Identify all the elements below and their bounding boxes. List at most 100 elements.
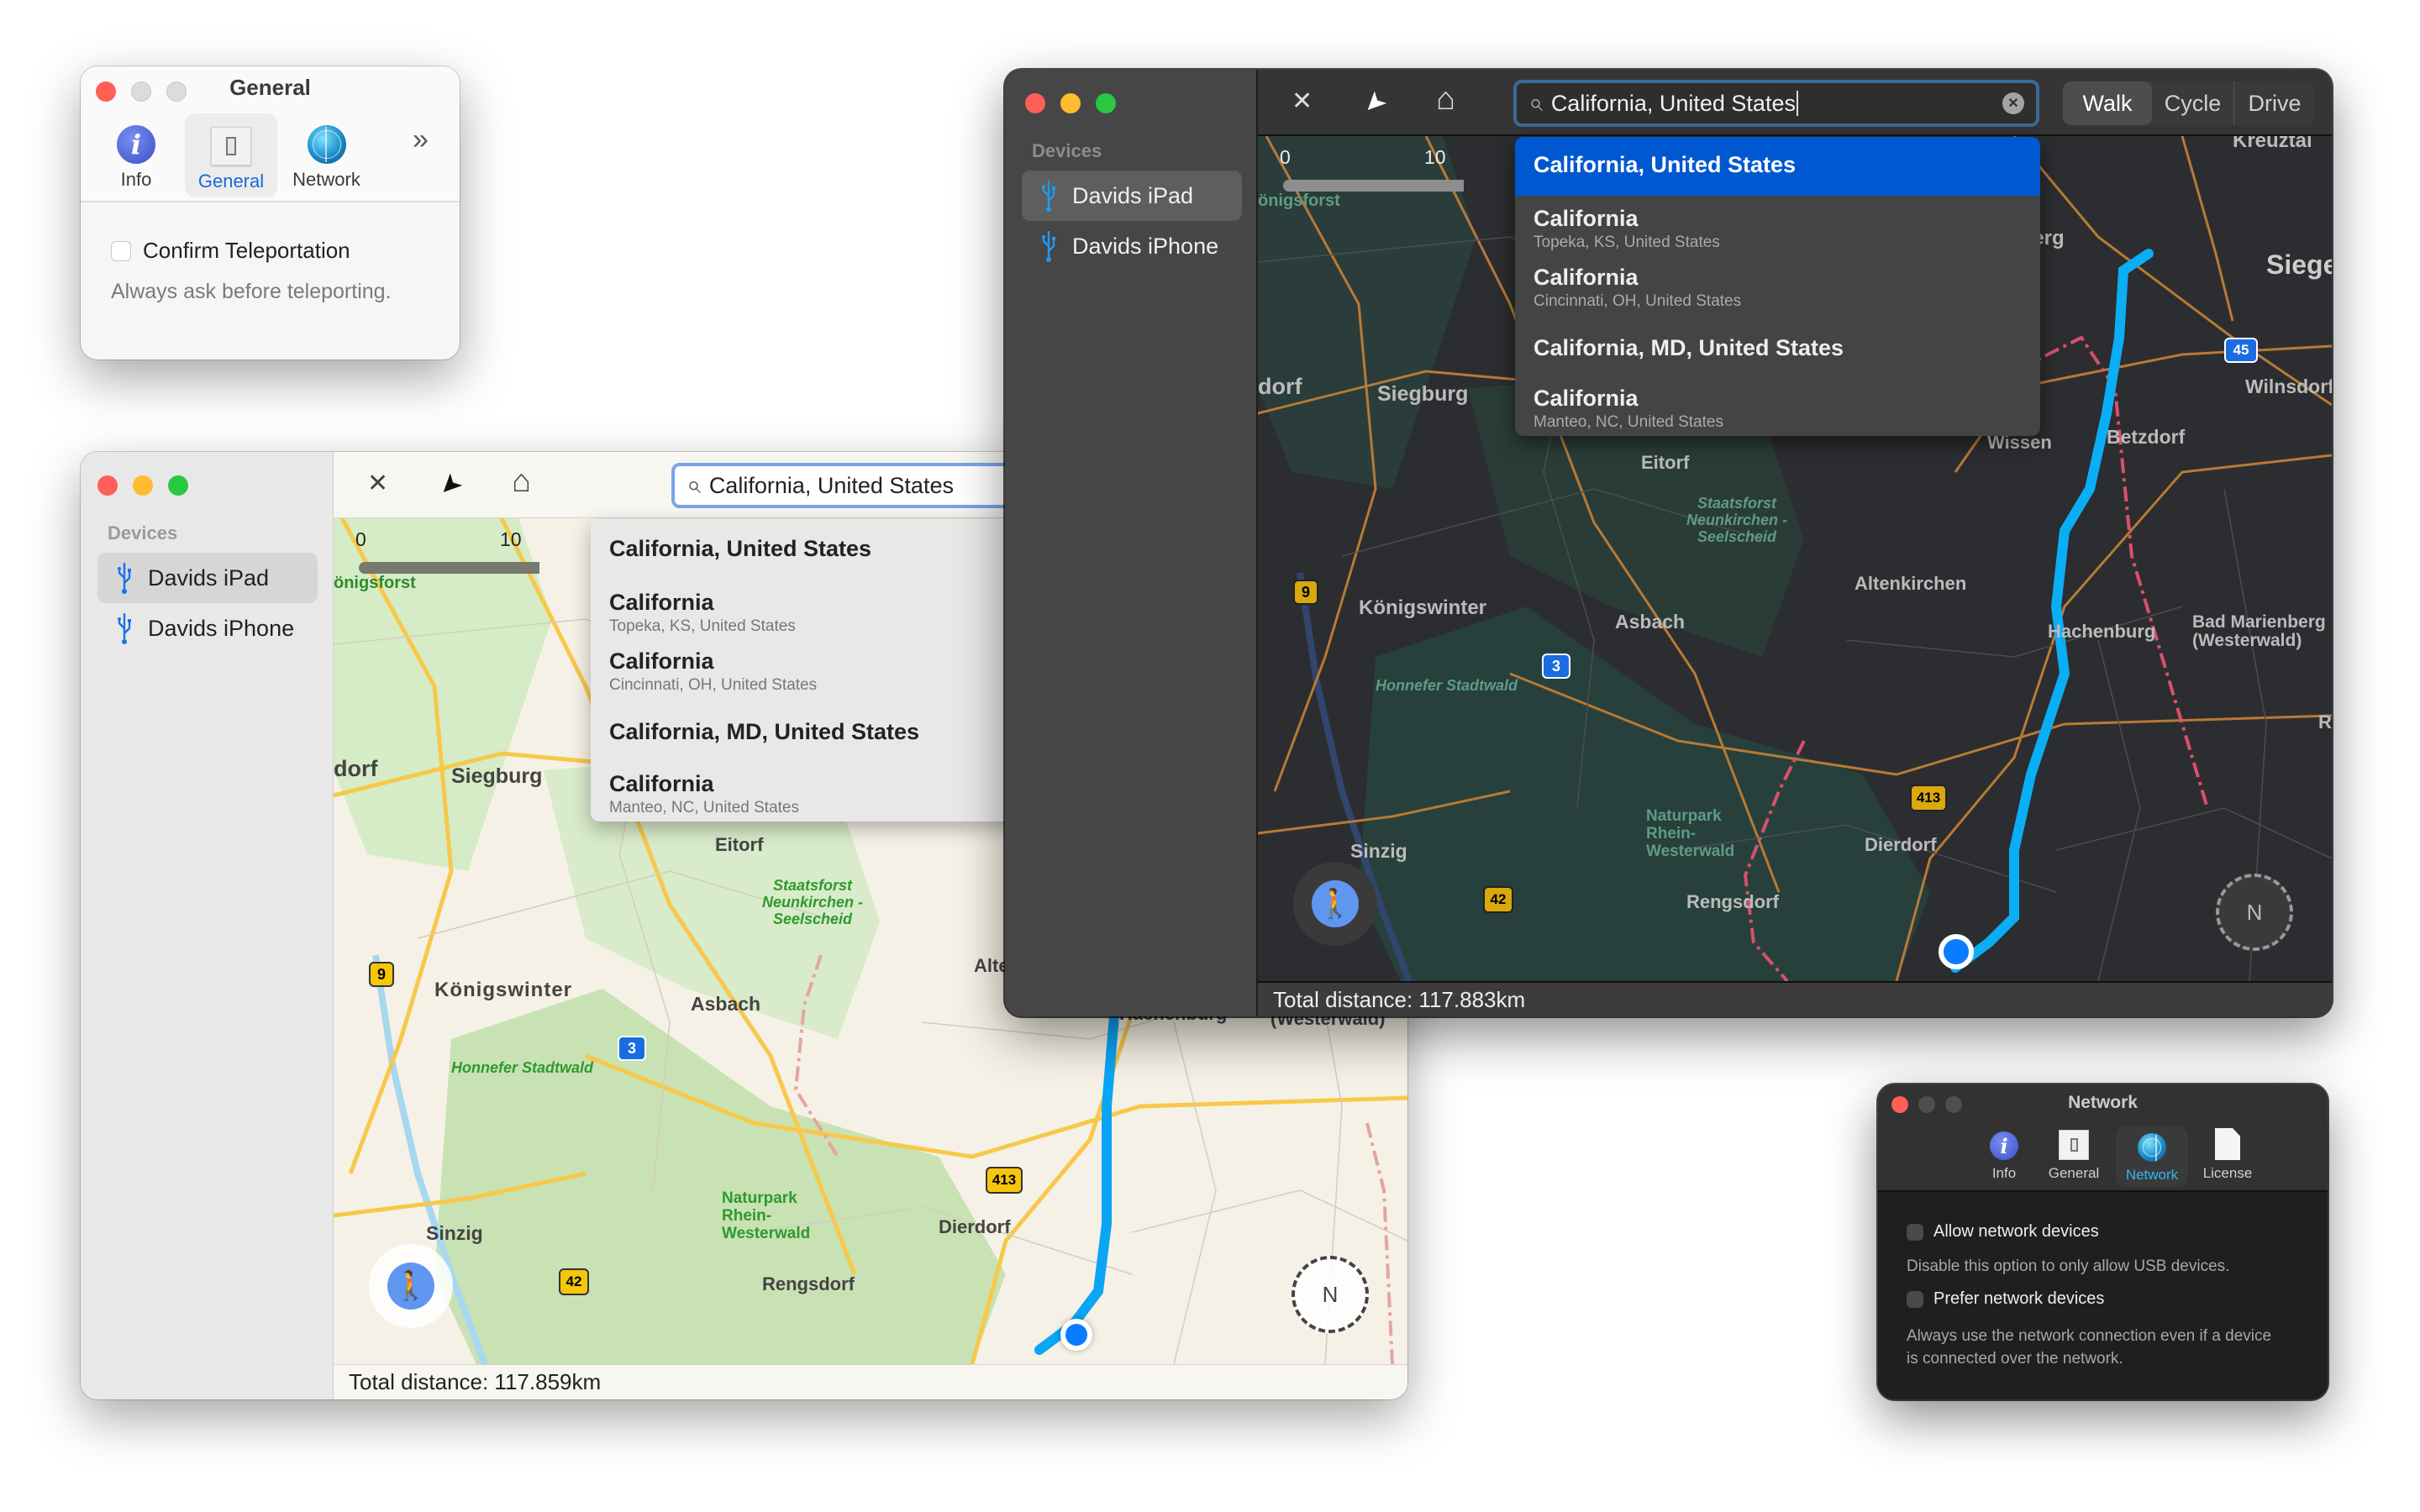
close-window-button[interactable]	[97, 475, 118, 496]
scale-mid: 10	[500, 528, 522, 550]
search-input[interactable]: ⌕ California, United States ✕	[1513, 80, 2039, 127]
window-title: General	[229, 75, 311, 100]
preferences-toolbar: Network i Info General Network License	[1878, 1084, 2328, 1192]
map-label: Honnefer Stadtwald	[1376, 677, 1518, 694]
search-result-item[interactable]: California Topeka, KS, United States	[591, 580, 1044, 640]
close-window-button[interactable]	[1025, 93, 1045, 113]
allow-network-devices-row[interactable]: Allow network devices	[1907, 1222, 2099, 1242]
mode-drive-button[interactable]: Drive	[2234, 81, 2315, 125]
current-location-icon[interactable]: ➤	[430, 465, 469, 504]
search-result-item[interactable]: California Topeka, KS, United States	[1515, 196, 2040, 256]
search-result-item[interactable]: California Manteo, NC, United States	[1515, 381, 2040, 436]
map-label: Staatsforst Neunkirchen - Seelscheid	[1686, 495, 1788, 545]
walk-icon: 🚶	[387, 1263, 434, 1310]
prefer-network-devices-checkbox[interactable]	[1907, 1290, 1923, 1308]
usb-icon	[116, 612, 133, 645]
map-label: dorf	[334, 756, 378, 781]
mode-cycle-button[interactable]: Cycle	[2152, 81, 2234, 125]
map-label: Betzdorf	[2107, 426, 2186, 448]
walk-icon: 🚶	[1312, 880, 1359, 927]
search-result-item[interactable]: California, MD, United States	[1515, 330, 2040, 381]
devices-section-header: Devices	[1032, 140, 1102, 161]
zoom-window-button[interactable]	[168, 475, 188, 496]
search-icon: ⌕	[687, 471, 701, 499]
compass[interactable]: N	[2216, 874, 2293, 951]
map-label: Dierdorf	[939, 1216, 1011, 1237]
map-label: Rengsdorf	[762, 1273, 855, 1294]
map-label: Königswinter	[1359, 596, 1487, 619]
tab-license[interactable]: License	[2194, 1126, 2261, 1182]
map-label: Naturpark Rhein-Westerwald	[722, 1189, 811, 1242]
road-shield: 413	[1910, 785, 1947, 811]
minimize-window-button[interactable]	[133, 475, 153, 496]
search-result-item-highlighted[interactable]: California, United States	[1515, 137, 2040, 196]
travel-mode-segmented-control: Walk Cycle Drive	[2063, 81, 2315, 125]
search-icon: ⌕	[1528, 89, 1543, 117]
map-label: Re	[2318, 711, 2332, 732]
map-label: Honnefer Stadtwald	[451, 1059, 594, 1076]
highway-shield: 3	[1542, 654, 1570, 679]
document-icon	[2215, 1128, 2240, 1160]
allow-network-devices-checkbox[interactable]	[1907, 1223, 1923, 1241]
search-results-dropdown: California, United States California Tope…	[1515, 137, 2040, 436]
home-icon[interactable]: ⌂	[512, 464, 531, 500]
movement-joystick[interactable]: 🚶	[1293, 862, 1377, 946]
search-result-item[interactable]: California, United States	[591, 519, 1044, 580]
map-label: Eitorf	[1641, 452, 1690, 473]
search-result-item[interactable]: California Cincinnati, OH, United States	[591, 640, 1044, 714]
status-bar: Total distance: 117.883km	[1258, 981, 2332, 1016]
confirm-teleportation-row[interactable]: Confirm Teleportation	[111, 238, 350, 264]
map-label: Bad Marienberg (Westerwald)	[2192, 612, 2326, 650]
tab-general[interactable]: General	[2044, 1126, 2103, 1182]
prefer-network-devices-row[interactable]: Prefer network devices	[1907, 1289, 2104, 1309]
tab-general[interactable]: General	[185, 113, 277, 197]
map-label: Eitorf	[715, 834, 764, 855]
sidebar: Devices Davids iPad Davids iPhone	[1005, 70, 1258, 1016]
close-icon[interactable]: ✕	[1292, 87, 1313, 116]
boundary-line	[1365, 1122, 1394, 1364]
movement-joystick[interactable]: 🚶	[369, 1244, 453, 1328]
tab-network[interactable]: Network	[2116, 1126, 2188, 1187]
search-result-item[interactable]: California, MD, United States	[591, 714, 1044, 766]
mode-walk-button[interactable]: Walk	[2063, 81, 2152, 125]
text-cursor	[1796, 91, 1798, 116]
globe-icon	[307, 125, 346, 164]
prefer-network-devices-description: Always use the network connection even i…	[1907, 1327, 2272, 1368]
confirm-teleportation-description: Always ask before teleporting.	[111, 280, 392, 303]
sidebar-item-davids-iphone[interactable]: Davids iPhone	[1022, 221, 1242, 271]
close-icon[interactable]: ✕	[367, 469, 388, 498]
map-label: Wilnsdorf	[2245, 375, 2332, 397]
devices-section-header: Devices	[108, 522, 178, 543]
minimize-window-button[interactable]	[1060, 93, 1081, 113]
toolbar-overflow-icon[interactable]: »	[413, 123, 429, 156]
sidebar-item-davids-ipad[interactable]: Davids iPad	[1022, 171, 1242, 221]
sidebar-item-davids-iphone[interactable]: Davids iPhone	[97, 603, 318, 654]
current-location-icon[interactable]: ➤	[1355, 83, 1393, 122]
sidebar-item-davids-ipad[interactable]: Davids iPad	[97, 553, 318, 603]
scale-start: 0	[355, 528, 366, 550]
road-shield: 413	[986, 1167, 1023, 1194]
window-controls	[1025, 93, 1116, 113]
map-label: Sinzig	[426, 1222, 483, 1244]
confirm-teleportation-checkbox[interactable]	[111, 240, 131, 261]
compass-north-label: N	[1322, 1281, 1339, 1307]
switch-icon	[211, 127, 251, 165]
road-shield: 9	[1293, 580, 1318, 605]
route-line	[1034, 1000, 1120, 1355]
tab-info[interactable]: i Info	[110, 115, 162, 191]
zoom-window-button[interactable]	[1096, 93, 1116, 113]
tab-network[interactable]: Network	[287, 115, 366, 191]
switch-icon	[2059, 1130, 2089, 1160]
search-result-item[interactable]: California Cincinnati, OH, United States	[1515, 256, 2040, 330]
preferences-toolbar: General i Info General Network »	[81, 66, 460, 202]
search-result-item[interactable]: California Manteo, NC, United States	[591, 766, 1044, 822]
usb-icon	[1040, 179, 1057, 213]
map-label: Sinzig	[1350, 840, 1407, 862]
clear-search-icon[interactable]: ✕	[2002, 92, 2024, 114]
map-label: Asbach	[691, 993, 761, 1015]
window-controls	[97, 475, 188, 496]
tab-info[interactable]: i Info	[1979, 1126, 2029, 1182]
compass-north-label: N	[2246, 899, 2263, 925]
home-icon[interactable]: ⌂	[1436, 81, 1455, 118]
compass[interactable]: N	[1292, 1256, 1369, 1333]
